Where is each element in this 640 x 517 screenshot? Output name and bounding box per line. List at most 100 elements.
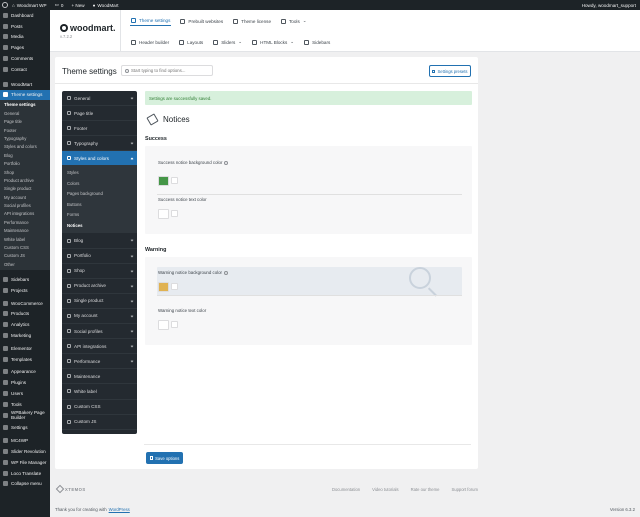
section-nav-custom-css[interactable]: Custom CSS <box>62 400 137 415</box>
section-nav-api-integrations[interactable]: API integrations <box>62 339 137 355</box>
sidebar-item-appearance[interactable]: Appearance <box>0 367 50 378</box>
success-text-swatch[interactable] <box>158 209 169 219</box>
submenu-item-footer[interactable]: Footer <box>0 127 50 135</box>
submenu-item-portfolio[interactable]: Portfolio <box>0 160 50 168</box>
section-nav-portfolio[interactable]: Portfolio <box>62 249 137 264</box>
sidebar-item-slider-revolution[interactable]: Slider Revolution <box>0 446 50 457</box>
section-nav-maintenance[interactable]: Maintenance <box>62 369 137 385</box>
save-options-button[interactable]: Save options <box>146 452 183 464</box>
sidebar-item-sidebars[interactable]: Sidebars <box>0 274 50 285</box>
section-nav-other[interactable]: Other <box>62 430 137 434</box>
submenu-item-custom-js[interactable]: Custom JS <box>0 252 50 260</box>
color-picker-icon[interactable] <box>171 283 178 290</box>
submenu-item-other[interactable]: Other <box>0 261 50 269</box>
woodmart-bar-link[interactable]: ● WoodMart <box>89 0 123 10</box>
section-nav-shop[interactable]: Shop <box>62 264 137 279</box>
rate-theme-link[interactable]: Rate our theme <box>411 487 440 492</box>
section-nav-general[interactable]: General <box>62 91 137 107</box>
nav-tools[interactable]: Tools ⌄ <box>280 16 308 26</box>
search-box[interactable] <box>121 65 213 76</box>
documentation-link[interactable]: Documentation <box>332 487 360 492</box>
submenu-item-page-title[interactable]: Page title <box>0 118 50 126</box>
video-tutorials-link[interactable]: Video tutorials <box>372 487 398 492</box>
section-nav-white-label[interactable]: White label <box>62 384 137 400</box>
sidebar-item-projects[interactable]: Projects <box>0 285 50 296</box>
sidebar-item-dashboard[interactable]: Dashboard <box>0 10 50 21</box>
submenu-item-social-profiles[interactable]: Social profiles <box>0 202 50 210</box>
nav-theme-settings[interactable]: Theme settings <box>130 16 172 26</box>
sidebar-item-collapse-menu[interactable]: Collapse menu <box>0 479 50 490</box>
user-greeting[interactable]: Howdy, woodmart_support <box>578 0 640 10</box>
comments-link[interactable]: ▭ 0 <box>51 0 68 10</box>
submenu-item-maintenance[interactable]: Maintenance <box>0 227 50 235</box>
sidebar-item-comments[interactable]: Comments <box>0 53 50 64</box>
sidebar-item-mc4wp[interactable]: MC4WP <box>0 435 50 446</box>
subsection-notices[interactable]: Notices <box>62 221 137 232</box>
subsection-buttons[interactable]: Buttons <box>62 200 137 211</box>
sidebar-item-pages[interactable]: Pages <box>0 42 50 53</box>
help-icon[interactable] <box>224 160 229 165</box>
nav-html-blocks[interactable]: HTML Blocks ⌄ <box>251 37 295 47</box>
help-icon[interactable] <box>224 270 229 275</box>
sidebar-item-loco-translate[interactable]: Loco Translate <box>0 468 50 479</box>
new-content-link[interactable]: + New <box>67 0 88 10</box>
submenu-item-theme-settings[interactable]: Theme settings <box>0 101 50 109</box>
sidebar-item-templates[interactable]: Templates <box>0 354 50 365</box>
subsection-pages-background[interactable]: Pages background <box>62 189 137 200</box>
subsection-colors[interactable]: Colors <box>62 179 137 190</box>
nav-header-builder[interactable]: Header builder <box>130 38 170 47</box>
section-nav-blog[interactable]: Blog <box>62 233 137 249</box>
sidebar-item-users[interactable]: Users <box>0 388 50 399</box>
nav-sidebars[interactable]: Sidebars <box>303 38 331 47</box>
success-bg-swatch[interactable] <box>158 176 169 186</box>
nav-sliders[interactable]: Sliders ⌄ <box>212 37 243 47</box>
submenu-item-performance[interactable]: Performance <box>0 219 50 227</box>
sidebar-item-posts[interactable]: Posts <box>0 21 50 32</box>
section-nav-social-profiles[interactable]: Social profiles <box>62 324 137 340</box>
sidebar-item-theme-settings[interactable]: Theme settings <box>0 89 50 101</box>
submenu-item-product-archive[interactable]: Product archive <box>0 177 50 185</box>
sidebar-item-elementor[interactable]: Elementor <box>0 343 50 354</box>
sidebar-item-woocommerce[interactable]: WooCommerce <box>0 298 50 309</box>
submenu-item-shop[interactable]: Shop <box>0 169 50 177</box>
submenu-item-blog[interactable]: Blog <box>0 152 50 160</box>
section-nav-custom-js[interactable]: Custom JS <box>62 415 137 430</box>
subsection-forms[interactable]: Forms <box>62 210 137 221</box>
submenu-item-custom-css[interactable]: Custom CSS <box>0 244 50 252</box>
sidebar-item-contact[interactable]: Contact <box>0 64 50 75</box>
sidebar-item-wp-file-manager[interactable]: WP File Manager <box>0 457 50 468</box>
sidebar-item-settings[interactable]: Settings <box>0 423 50 434</box>
site-name-link[interactable]: ⌂ Woodmart WP <box>8 0 51 10</box>
submenu-item-white-label[interactable]: White label <box>0 236 50 244</box>
sidebar-item-tools[interactable]: Tools <box>0 399 50 410</box>
section-nav-styles-and-colors[interactable]: Styles and colors <box>62 151 137 167</box>
subsection-styles[interactable]: Styles <box>62 168 137 179</box>
sidebar-item-media[interactable]: Media <box>0 32 50 43</box>
sidebar-item-woodmart[interactable]: WoodMart <box>0 79 50 90</box>
color-picker-icon[interactable] <box>171 210 178 217</box>
section-nav-product-archive[interactable]: Product archive <box>62 279 137 294</box>
section-nav-typography[interactable]: Typography <box>62 136 137 152</box>
submenu-item-single-product[interactable]: Single product <box>0 185 50 193</box>
wordpress-link[interactable]: WordPress <box>109 507 130 512</box>
sidebar-item-wpbakery-page-builder[interactable]: WPBakery Page Builder <box>0 410 50 421</box>
sidebar-item-plugins[interactable]: Plugins <box>0 377 50 388</box>
section-nav-my-account[interactable]: My account <box>62 309 137 325</box>
warning-text-swatch[interactable] <box>158 320 169 330</box>
support-forum-link[interactable]: Support forum <box>451 487 478 492</box>
color-picker-icon[interactable] <box>171 321 178 328</box>
submenu-item-api-integrations[interactable]: API integrations <box>0 210 50 218</box>
nav-layouts[interactable]: Layouts <box>178 38 204 47</box>
sidebar-item-analytics[interactable]: Analytics <box>0 319 50 330</box>
section-nav-performance[interactable]: Performance <box>62 354 137 370</box>
submenu-item-my-account[interactable]: My account <box>0 194 50 202</box>
section-nav-footer[interactable]: Footer <box>62 121 137 137</box>
settings-presets-button[interactable]: Settings presets <box>429 65 471 77</box>
nav-prebuilt-websites[interactable]: Prebuilt websites <box>179 17 224 26</box>
warning-bg-swatch[interactable] <box>158 282 169 292</box>
submenu-item-styles-and-colors[interactable]: Styles and colors <box>0 143 50 151</box>
sidebar-item-products[interactable]: Products <box>0 309 50 320</box>
search-input[interactable] <box>131 68 211 73</box>
sidebar-item-marketing[interactable]: Marketing <box>0 330 50 341</box>
section-nav-page-title[interactable]: Page title <box>62 106 137 122</box>
